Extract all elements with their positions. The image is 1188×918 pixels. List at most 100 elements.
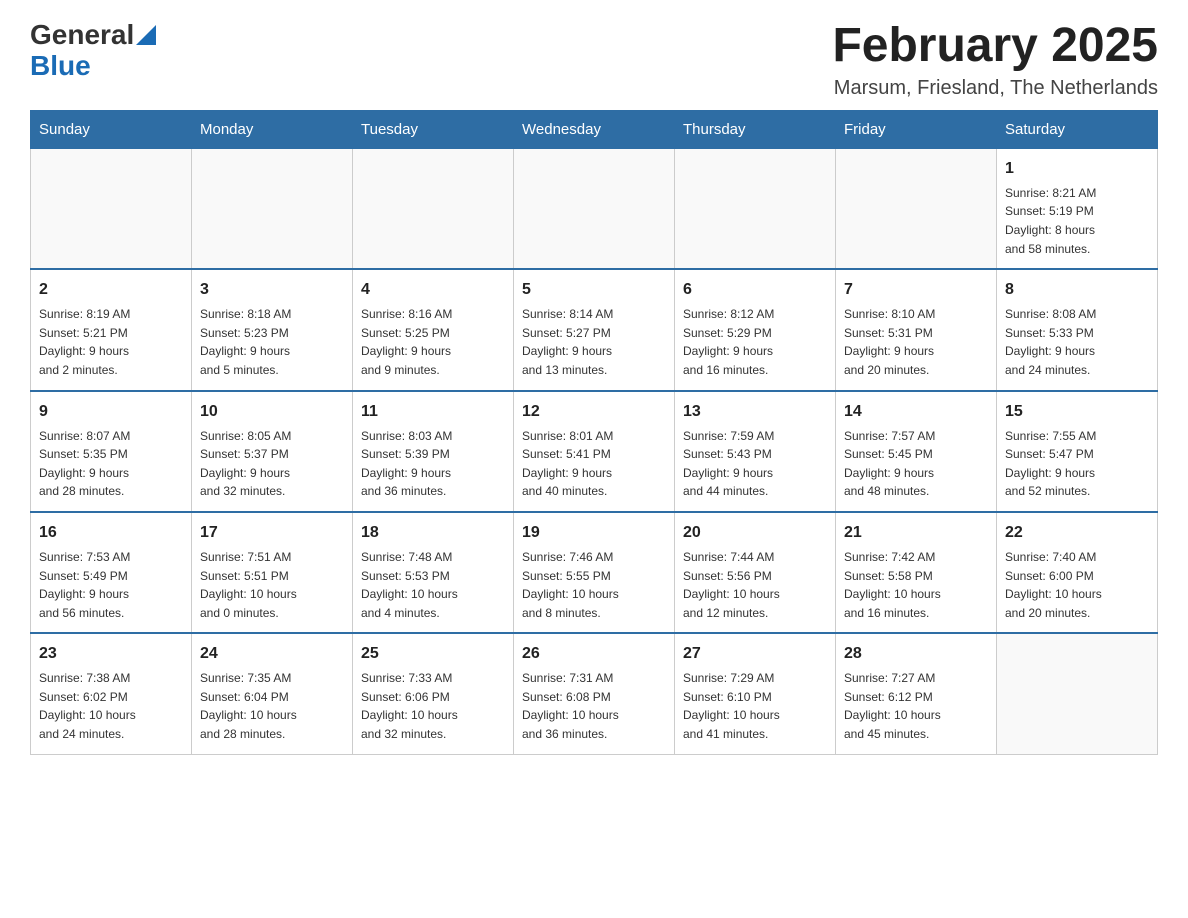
day-info: Sunrise: 7:42 AMSunset: 5:58 PMDaylight:… — [844, 548, 988, 622]
calendar-cell: 16 Sunrise: 7:53 AMSunset: 5:49 PMDayligh… — [31, 512, 192, 633]
day-number: 19 — [522, 521, 666, 545]
col-header-thursday: Thursday — [675, 110, 836, 148]
day-info: Sunrise: 7:46 AMSunset: 5:55 PMDaylight:… — [522, 548, 666, 622]
day-info: Sunrise: 7:40 AMSunset: 6:00 PMDaylight:… — [1005, 548, 1149, 622]
calendar-week-row: 1 Sunrise: 8:21 AMSunset: 5:19 PMDaylight… — [31, 148, 1158, 269]
day-number: 12 — [522, 400, 666, 424]
calendar-cell — [192, 148, 353, 269]
day-info: Sunrise: 8:21 AMSunset: 5:19 PMDaylight:… — [1005, 184, 1149, 258]
col-header-tuesday: Tuesday — [353, 110, 514, 148]
calendar-cell: 27 Sunrise: 7:29 AMSunset: 6:10 PMDayligh… — [675, 633, 836, 754]
day-info: Sunrise: 7:27 AMSunset: 6:12 PMDaylight:… — [844, 669, 988, 743]
calendar-cell: 12 Sunrise: 8:01 AMSunset: 5:41 PMDayligh… — [514, 391, 675, 512]
page-header: General Blue February 2025 Marsum, Fries… — [30, 20, 1158, 100]
calendar-week-row: 23 Sunrise: 7:38 AMSunset: 6:02 PMDayligh… — [31, 633, 1158, 754]
day-info: Sunrise: 8:08 AMSunset: 5:33 PMDaylight:… — [1005, 305, 1149, 379]
day-number: 27 — [683, 642, 827, 666]
day-info: Sunrise: 7:38 AMSunset: 6:02 PMDaylight:… — [39, 669, 183, 743]
calendar-cell: 2 Sunrise: 8:19 AMSunset: 5:21 PMDaylight… — [31, 269, 192, 390]
calendar-cell: 1 Sunrise: 8:21 AMSunset: 5:19 PMDaylight… — [997, 148, 1158, 269]
calendar-cell — [353, 148, 514, 269]
calendar-cell: 4Sunrise: 8:16 AMSunset: 5:25 PMDaylight… — [353, 269, 514, 390]
calendar-cell: 18Sunrise: 7:48 AMSunset: 5:53 PMDayligh… — [353, 512, 514, 633]
day-info: Sunrise: 7:55 AMSunset: 5:47 PMDaylight:… — [1005, 427, 1149, 501]
day-number: 25 — [361, 642, 505, 666]
calendar-week-row: 2 Sunrise: 8:19 AMSunset: 5:21 PMDaylight… — [31, 269, 1158, 390]
day-info: Sunrise: 7:51 AMSunset: 5:51 PMDaylight:… — [200, 548, 344, 622]
calendar-week-row: 9Sunrise: 8:07 AMSunset: 5:35 PMDaylight… — [31, 391, 1158, 512]
calendar-cell: 24 Sunrise: 7:35 AMSunset: 6:04 PMDayligh… — [192, 633, 353, 754]
day-info: Sunrise: 7:31 AMSunset: 6:08 PMDaylight:… — [522, 669, 666, 743]
day-info: Sunrise: 7:44 AMSunset: 5:56 PMDaylight:… — [683, 548, 827, 622]
day-number: 3 — [200, 278, 344, 302]
day-number: 18 — [361, 521, 505, 545]
calendar-cell: 8 Sunrise: 8:08 AMSunset: 5:33 PMDaylight… — [997, 269, 1158, 390]
day-number: 22 — [1005, 521, 1149, 545]
calendar-table: SundayMondayTuesdayWednesdayThursdayFrid… — [30, 110, 1158, 755]
day-info: Sunrise: 8:01 AMSunset: 5:41 PMDaylight:… — [522, 427, 666, 501]
day-info: Sunrise: 7:57 AMSunset: 5:45 PMDaylight:… — [844, 427, 988, 501]
day-number: 9 — [39, 400, 183, 424]
calendar-cell: 26Sunrise: 7:31 AMSunset: 6:08 PMDayligh… — [514, 633, 675, 754]
calendar-cell: 25 Sunrise: 7:33 AMSunset: 6:06 PMDayligh… — [353, 633, 514, 754]
day-info: Sunrise: 8:12 AMSunset: 5:29 PMDaylight:… — [683, 305, 827, 379]
day-number: 15 — [1005, 400, 1149, 424]
day-number: 24 — [200, 642, 344, 666]
day-number: 23 — [39, 642, 183, 666]
day-number: 28 — [844, 642, 988, 666]
calendar-cell — [514, 148, 675, 269]
day-info: Sunrise: 8:03 AMSunset: 5:39 PMDaylight:… — [361, 427, 505, 501]
calendar-cell: 13Sunrise: 7:59 AMSunset: 5:43 PMDayligh… — [675, 391, 836, 512]
calendar-cell: 15 Sunrise: 7:55 AMSunset: 5:47 PMDayligh… — [997, 391, 1158, 512]
day-info: Sunrise: 8:19 AMSunset: 5:21 PMDaylight:… — [39, 305, 183, 379]
day-number: 10 — [200, 400, 344, 424]
day-info: Sunrise: 7:53 AMSunset: 5:49 PMDaylight:… — [39, 548, 183, 622]
calendar-cell: 23 Sunrise: 7:38 AMSunset: 6:02 PMDayligh… — [31, 633, 192, 754]
logo-blue-text: Blue — [30, 50, 91, 81]
calendar-cell — [997, 633, 1158, 754]
day-info: Sunrise: 8:05 AMSunset: 5:37 PMDaylight:… — [200, 427, 344, 501]
calendar-cell — [675, 148, 836, 269]
calendar-cell: 11 Sunrise: 8:03 AMSunset: 5:39 PMDayligh… — [353, 391, 514, 512]
day-number: 4 — [361, 278, 505, 302]
logo-general-text: General — [30, 20, 134, 51]
day-info: Sunrise: 7:33 AMSunset: 6:06 PMDaylight:… — [361, 669, 505, 743]
col-header-monday: Monday — [192, 110, 353, 148]
day-number: 21 — [844, 521, 988, 545]
day-number: 2 — [39, 278, 183, 302]
day-number: 17 — [200, 521, 344, 545]
day-number: 11 — [361, 400, 505, 424]
calendar-cell: 22 Sunrise: 7:40 AMSunset: 6:00 PMDayligh… — [997, 512, 1158, 633]
col-header-wednesday: Wednesday — [514, 110, 675, 148]
title-section: February 2025 Marsum, Friesland, The Net… — [832, 20, 1158, 100]
day-number: 1 — [1005, 157, 1149, 181]
day-number: 7 — [844, 278, 988, 302]
day-number: 5 — [522, 278, 666, 302]
calendar-header-row: SundayMondayTuesdayWednesdayThursdayFrid… — [31, 110, 1158, 148]
day-info: Sunrise: 8:14 AMSunset: 5:27 PMDaylight:… — [522, 305, 666, 379]
calendar-cell: 14 Sunrise: 7:57 AMSunset: 5:45 PMDayligh… — [836, 391, 997, 512]
calendar-cell: 10 Sunrise: 8:05 AMSunset: 5:37 PMDayligh… — [192, 391, 353, 512]
day-number: 13 — [683, 400, 827, 424]
calendar-cell: 20 Sunrise: 7:44 AMSunset: 5:56 PMDayligh… — [675, 512, 836, 633]
calendar-cell — [836, 148, 997, 269]
calendar-cell: 9Sunrise: 8:07 AMSunset: 5:35 PMDaylight… — [31, 391, 192, 512]
col-header-sunday: Sunday — [31, 110, 192, 148]
calendar-cell: 3Sunrise: 8:18 AMSunset: 5:23 PMDaylight… — [192, 269, 353, 390]
calendar-week-row: 16 Sunrise: 7:53 AMSunset: 5:49 PMDayligh… — [31, 512, 1158, 633]
day-number: 14 — [844, 400, 988, 424]
col-header-friday: Friday — [836, 110, 997, 148]
col-header-saturday: Saturday — [997, 110, 1158, 148]
day-number: 6 — [683, 278, 827, 302]
calendar-cell: 17 Sunrise: 7:51 AMSunset: 5:51 PMDayligh… — [192, 512, 353, 633]
day-number: 16 — [39, 521, 183, 545]
day-info: Sunrise: 7:29 AMSunset: 6:10 PMDaylight:… — [683, 669, 827, 743]
location-subtitle: Marsum, Friesland, The Netherlands — [832, 77, 1158, 100]
day-number: 20 — [683, 521, 827, 545]
logo-triangle-icon — [136, 25, 156, 45]
day-info: Sunrise: 7:35 AMSunset: 6:04 PMDaylight:… — [200, 669, 344, 743]
day-number: 8 — [1005, 278, 1149, 302]
calendar-cell: 6 Sunrise: 8:12 AMSunset: 5:29 PMDaylight… — [675, 269, 836, 390]
calendar-cell: 28 Sunrise: 7:27 AMSunset: 6:12 PMDayligh… — [836, 633, 997, 754]
logo: General Blue — [30, 20, 156, 82]
